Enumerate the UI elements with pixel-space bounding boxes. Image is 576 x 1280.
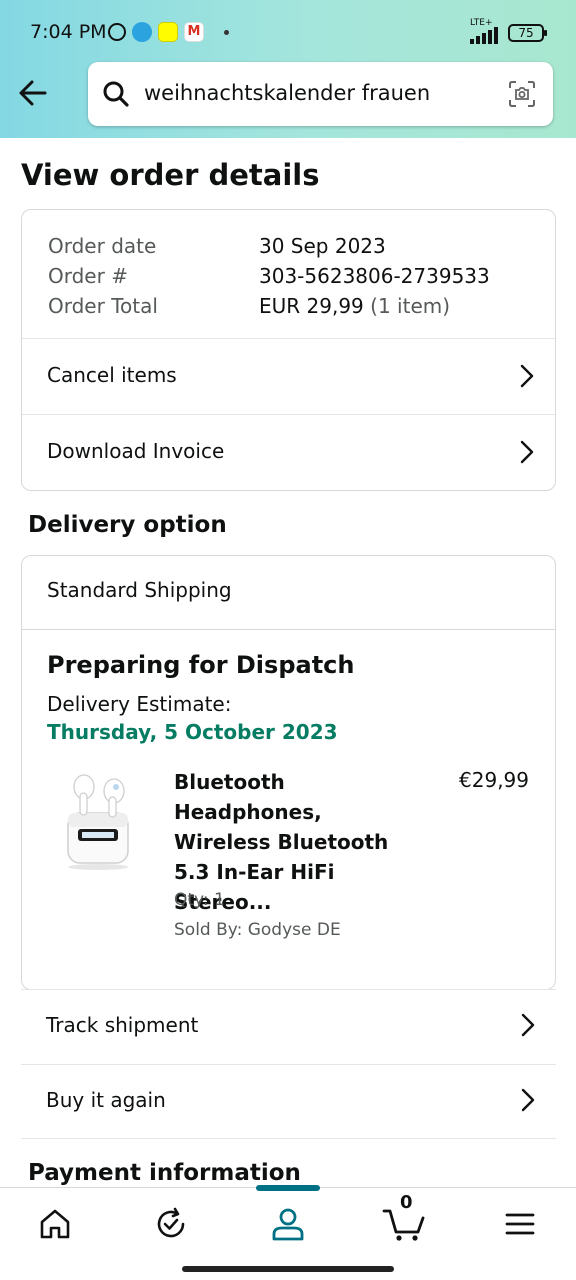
app-header: 7:04 PM M LTE+ 75 weihnachtskalender fra… xyxy=(0,0,576,138)
page-title: View order details xyxy=(21,158,320,192)
gmail-icon: M xyxy=(184,22,204,42)
status-time: 7:04 PM xyxy=(30,21,107,43)
snapchat-icon xyxy=(158,22,178,42)
camera-scan-icon[interactable] xyxy=(507,79,537,109)
home-icon[interactable] xyxy=(37,1206,73,1242)
download-invoice-row[interactable]: Download Invoice xyxy=(22,414,555,490)
payment-section-title: Payment information xyxy=(28,1160,301,1186)
cancel-items-label: Cancel items xyxy=(47,363,177,387)
account-icon[interactable] xyxy=(270,1206,306,1242)
network-type: LTE+ xyxy=(470,18,493,28)
search-query: weihnachtskalender frauen xyxy=(144,81,431,105)
alarm-icon xyxy=(108,23,126,41)
dispatch-status: Preparing for Dispatch xyxy=(47,651,355,679)
signal-icon: LTE+ xyxy=(470,18,498,44)
delivery-section-title: Delivery option xyxy=(28,512,227,538)
cancel-items-row[interactable]: Cancel items xyxy=(22,338,555,414)
buy-again-label: Buy it again xyxy=(46,1088,166,1112)
chevron-right-icon xyxy=(520,440,534,464)
notification-icons: M xyxy=(108,22,229,42)
back-button[interactable] xyxy=(14,74,52,112)
telegram-icon xyxy=(132,22,152,42)
chevron-right-icon xyxy=(521,1013,535,1037)
product-image[interactable] xyxy=(62,767,134,871)
shipping-method: Standard Shipping xyxy=(22,556,555,630)
arrow-left-icon xyxy=(19,80,47,106)
active-tab-indicator xyxy=(256,1185,320,1191)
track-shipment-row[interactable]: Track shipment xyxy=(21,989,556,1064)
bottom-navigation: 0 xyxy=(0,1185,576,1257)
download-invoice-label: Download Invoice xyxy=(47,439,225,463)
search-icon xyxy=(103,81,129,107)
order-total-value: EUR 29,99 xyxy=(259,294,364,318)
delivery-estimate-date: Thursday, 5 October 2023 xyxy=(47,720,338,744)
delivery-card: Standard Shipping Preparing for Dispatch… xyxy=(21,555,556,990)
order-summary-card: Order date 30 Sep 2023 Order # 303-56238… xyxy=(21,209,556,491)
battery-icon: 75 xyxy=(508,24,547,42)
product-price: €29,99 xyxy=(459,768,529,792)
search-input[interactable]: weihnachtskalender frauen xyxy=(88,62,553,126)
chevron-right-icon xyxy=(520,364,534,388)
order-date-value: 30 Sep 2023 xyxy=(259,234,386,258)
more-notifications-dot xyxy=(224,29,229,35)
order-number-label: Order # xyxy=(48,264,128,288)
gesture-home-bar[interactable] xyxy=(182,1266,394,1272)
order-total-label: Order Total xyxy=(48,294,158,318)
buy-again-row[interactable]: Buy it again xyxy=(21,1064,556,1139)
menu-icon[interactable] xyxy=(502,1206,538,1242)
status-right: LTE+ 75 xyxy=(470,18,547,44)
chevron-right-icon xyxy=(521,1088,535,1112)
order-number-value: 303-5623806-2739533 xyxy=(259,264,490,288)
track-shipment-label: Track shipment xyxy=(46,1013,199,1037)
shipping-method-label: Standard Shipping xyxy=(47,578,232,602)
order-summary: Order date 30 Sep 2023 Order # 303-56238… xyxy=(48,231,490,321)
product-quantity: Qty: 1 xyxy=(174,890,225,910)
delivery-estimate-label: Delivery Estimate: xyxy=(47,692,232,716)
order-date-label: Order date xyxy=(48,234,157,258)
status-bar: 7:04 PM M LTE+ 75 xyxy=(0,0,576,64)
orders-refresh-icon[interactable] xyxy=(153,1206,189,1242)
cart-count: 0 xyxy=(400,1192,413,1213)
product-seller: Sold By: Godyse DE xyxy=(174,920,341,940)
order-item-count: (1 item) xyxy=(370,294,451,318)
